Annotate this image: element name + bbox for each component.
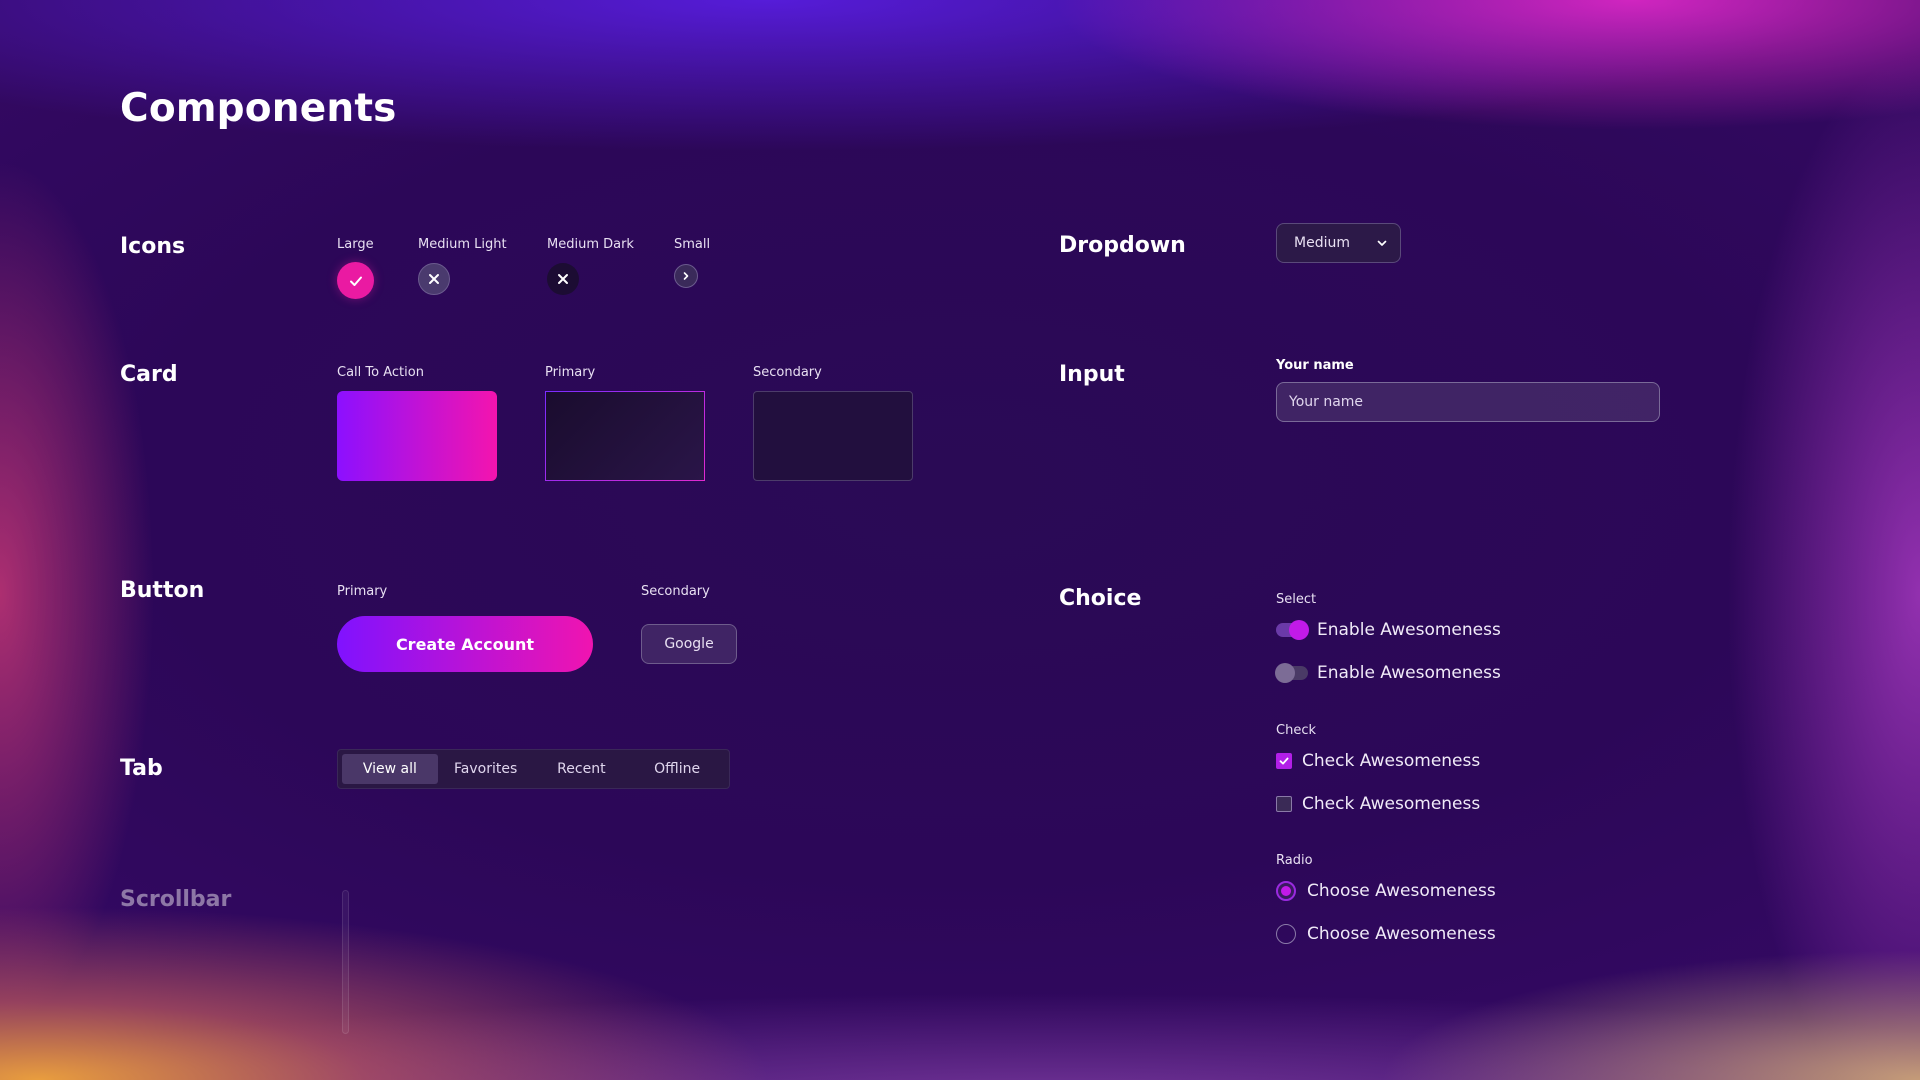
section-title-button: Button [120,578,205,603]
create-account-button[interactable]: Create Account [337,616,593,672]
icon-label-medium-dark: Medium Dark [547,237,634,252]
radio-label: Choose Awesomeness [1307,924,1496,944]
toggle-row-on[interactable]: Enable Awesomeness [1276,620,1501,640]
chevron-right-icon[interactable] [674,264,698,288]
icon-label-medium-light: Medium Light [418,237,507,252]
checkbox-unchecked[interactable] [1276,796,1292,812]
section-title-scrollbar: Scrollbar [120,887,232,912]
button-label-secondary: Secondary [641,584,710,599]
toggle-row-off[interactable]: Enable Awesomeness [1275,663,1501,683]
card-label-cta: Call To Action [337,365,424,380]
tab-view-all[interactable]: View all [342,754,438,784]
button-label-primary: Primary [337,584,388,599]
checkbox-label: Check Awesomeness [1302,794,1481,814]
icon-label-large: Large [337,237,374,252]
google-button[interactable]: Google [641,624,737,664]
size-dropdown[interactable]: Medium [1276,223,1401,263]
radio-unselected[interactable] [1276,924,1296,944]
close-icon[interactable] [547,263,579,295]
radio-row-unselected[interactable]: Choose Awesomeness [1276,924,1496,944]
section-title-input: Input [1059,362,1125,387]
card-label-secondary: Secondary [753,365,822,380]
card-primary[interactable] [545,391,705,481]
tab-bar: View all Favorites Recent Offline [337,749,730,789]
check-group-label: Check [1276,723,1316,738]
card-secondary[interactable] [753,391,913,481]
checkbox-row-checked[interactable]: Check Awesomeness [1276,751,1480,771]
toggle-label: Enable Awesomeness [1317,620,1501,640]
check-icon[interactable] [337,262,374,299]
section-title-choice: Choice [1059,586,1142,611]
radio-row-selected[interactable]: Choose Awesomeness [1276,881,1496,901]
tab-offline[interactable]: Offline [629,754,725,784]
name-field-label: Your name [1276,358,1354,373]
toggle-switch-off[interactable] [1275,663,1308,683]
icon-label-small: Small [674,237,711,252]
tab-favorites[interactable]: Favorites [438,754,534,784]
toggle-label: Enable Awesomeness [1317,663,1501,683]
chevron-down-icon [1376,237,1388,249]
card-call-to-action[interactable] [337,391,497,481]
close-icon[interactable] [418,263,450,295]
scrollbar[interactable] [342,890,349,1034]
checkbox-label: Check Awesomeness [1302,751,1481,771]
card-label-primary: Primary [545,365,596,380]
page-title: Components [120,86,397,131]
tab-recent[interactable]: Recent [534,754,630,784]
checkbox-checked[interactable] [1276,753,1292,769]
toggle-switch-on[interactable] [1276,620,1309,640]
radio-selected[interactable] [1276,881,1296,901]
section-title-card: Card [120,362,178,387]
name-field[interactable] [1276,382,1660,422]
section-title-dropdown: Dropdown [1059,233,1186,258]
radio-group-label: Radio [1276,853,1313,868]
radio-label: Choose Awesomeness [1307,881,1496,901]
checkbox-row-unchecked[interactable]: Check Awesomeness [1276,794,1480,814]
dropdown-value: Medium [1294,235,1350,251]
section-title-tab: Tab [120,756,163,781]
select-group-label: Select [1276,592,1317,607]
section-title-icons: Icons [120,234,186,259]
